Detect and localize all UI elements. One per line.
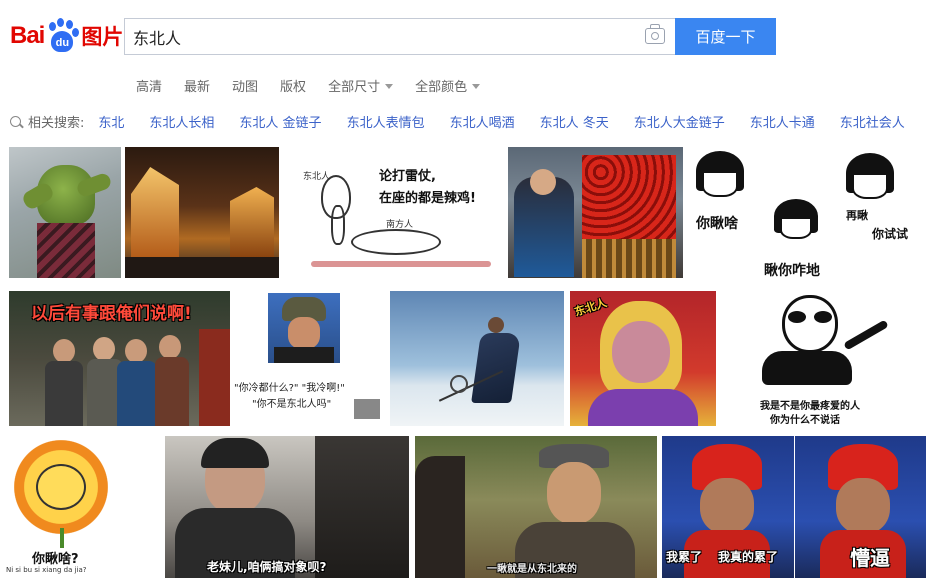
meme-text-ni-chou-sha: 你瞅啥 xyxy=(696,216,738,232)
related-link[interactable]: 东北人 冬天 xyxy=(540,112,609,131)
image-city-night[interactable] xyxy=(125,147,279,278)
chevron-down-icon xyxy=(472,84,481,93)
image-group-photo[interactable]: 以后有事跟俺们说啊! xyxy=(9,291,230,426)
search-input[interactable] xyxy=(125,19,625,54)
image-mushroom-head-meme[interactable]: 你瞅啥 瞅你咋地 再瞅 你试试 xyxy=(688,147,926,278)
camera-icon[interactable] xyxy=(645,24,665,44)
elder-caption: 一瞅就是从东北来的 xyxy=(487,564,577,575)
red-hat-caption-left: 我累了 xyxy=(666,550,703,564)
search-icon xyxy=(10,116,21,127)
related-searches: 相关搜索: 东北 东北人长相 东北人 金链子 东北人表情包 东北人喝酒 东北人 … xyxy=(10,112,930,131)
image-rabbit-comic[interactable]: 论打雷仗, 在座的都是辣鸡! 东北人 南方人 xyxy=(291,147,503,278)
image-panda-pointing[interactable]: 我是不是你最疼爱的人 你为什么不说话 xyxy=(722,291,926,426)
panda-caption-line2: 你为什么不说话 xyxy=(770,415,840,426)
sunflower-pinyin: Ni si bu si xiang da jia? xyxy=(6,566,87,574)
image-aunt-headscarf[interactable]: 东北人 xyxy=(570,291,716,426)
sunflower-caption: 你瞅啥? xyxy=(32,552,79,567)
paw-icon: du xyxy=(45,18,80,54)
panda-caption-line1: 我是不是你最疼爱的人 xyxy=(760,401,860,412)
filter-bar: 高清 最新 动图 版权 全部尺寸 全部颜色 xyxy=(136,76,502,95)
rabbit-caption-top: 论打雷仗, xyxy=(379,169,436,184)
filter-hd[interactable]: 高清 xyxy=(136,76,162,95)
related-link[interactable]: 东北人喝酒 xyxy=(450,112,515,131)
search-box xyxy=(124,18,675,55)
related-link[interactable]: 东北人大金链子 xyxy=(634,112,725,131)
filter-color-label: 全部颜色 xyxy=(415,80,468,95)
red-hat-caption-mid: 我真的累了 xyxy=(718,550,779,564)
red-hat-caption-right: 懵逼 xyxy=(850,546,890,570)
related-label: 相关搜索: xyxy=(28,116,85,131)
image-snow-field[interactable] xyxy=(390,291,564,426)
filter-color-dropdown[interactable]: 全部颜色 xyxy=(415,76,481,95)
image-red-hat-comedian[interactable]: 我累了 我真的累了 懵逼 xyxy=(662,436,926,578)
image-hulk[interactable] xyxy=(9,147,121,278)
image-sunflower[interactable]: 你瞅啥? Ni si bu si xiang da jia? xyxy=(4,436,122,578)
image-fur-hat-man[interactable]: "你冷都什么?" "我冷啊!" "你不是东北人吗" xyxy=(234,291,382,426)
related-link[interactable]: 东北人表情包 xyxy=(347,112,425,131)
logo-tupian-text: 图片 xyxy=(81,25,124,49)
image-candied-haws[interactable] xyxy=(508,147,683,278)
hat-caption-line1: "你冷都什么?" "我冷啊!" xyxy=(234,383,345,394)
image-man-indoor[interactable]: 老妹儿,咱俩搞对象呗? xyxy=(165,436,409,578)
chevron-down-icon xyxy=(385,84,394,93)
image-elder-hat[interactable]: 一瞅就是从东北来的 xyxy=(415,436,657,578)
related-link[interactable]: 东北社会人 xyxy=(840,112,905,131)
meme-text-ni-shi-shi: 你试试 xyxy=(872,227,909,241)
search-button[interactable]: 百度一下 xyxy=(675,18,776,55)
logo-bai-text: Bai xyxy=(10,22,45,49)
group-caption: 以后有事跟俺们说啊! xyxy=(31,304,192,324)
header: Bai du 图片 百度一下 xyxy=(0,0,934,70)
hat-caption-line2: "你不是东北人吗" xyxy=(252,399,332,410)
aunt-badge: 东北人 xyxy=(572,296,609,319)
rabbit-caption-bottom: 在座的都是辣鸡! xyxy=(379,191,476,206)
meme-text-zai-chou: 再瞅 xyxy=(846,209,868,222)
filter-copyright[interactable]: 版权 xyxy=(280,76,306,95)
related-link[interactable]: 东北人卡通 xyxy=(750,112,815,131)
meme-text-chou-ni-za-di: 瞅你咋地 xyxy=(764,263,820,278)
related-link[interactable]: 东北人 金链子 xyxy=(239,112,321,131)
logo-du-text: du xyxy=(51,31,74,52)
man-caption: 老妹儿,咱俩搞对象呗? xyxy=(207,560,327,574)
related-link[interactable]: 东北人长相 xyxy=(149,112,214,131)
filter-latest[interactable]: 最新 xyxy=(184,76,210,95)
related-link[interactable]: 东北 xyxy=(98,112,124,131)
baidu-image-logo[interactable]: Bai du 图片 xyxy=(10,16,123,56)
filter-animated[interactable]: 动图 xyxy=(232,76,258,95)
filter-size-label: 全部尺寸 xyxy=(328,80,381,95)
filter-size-dropdown[interactable]: 全部尺寸 xyxy=(328,76,394,95)
